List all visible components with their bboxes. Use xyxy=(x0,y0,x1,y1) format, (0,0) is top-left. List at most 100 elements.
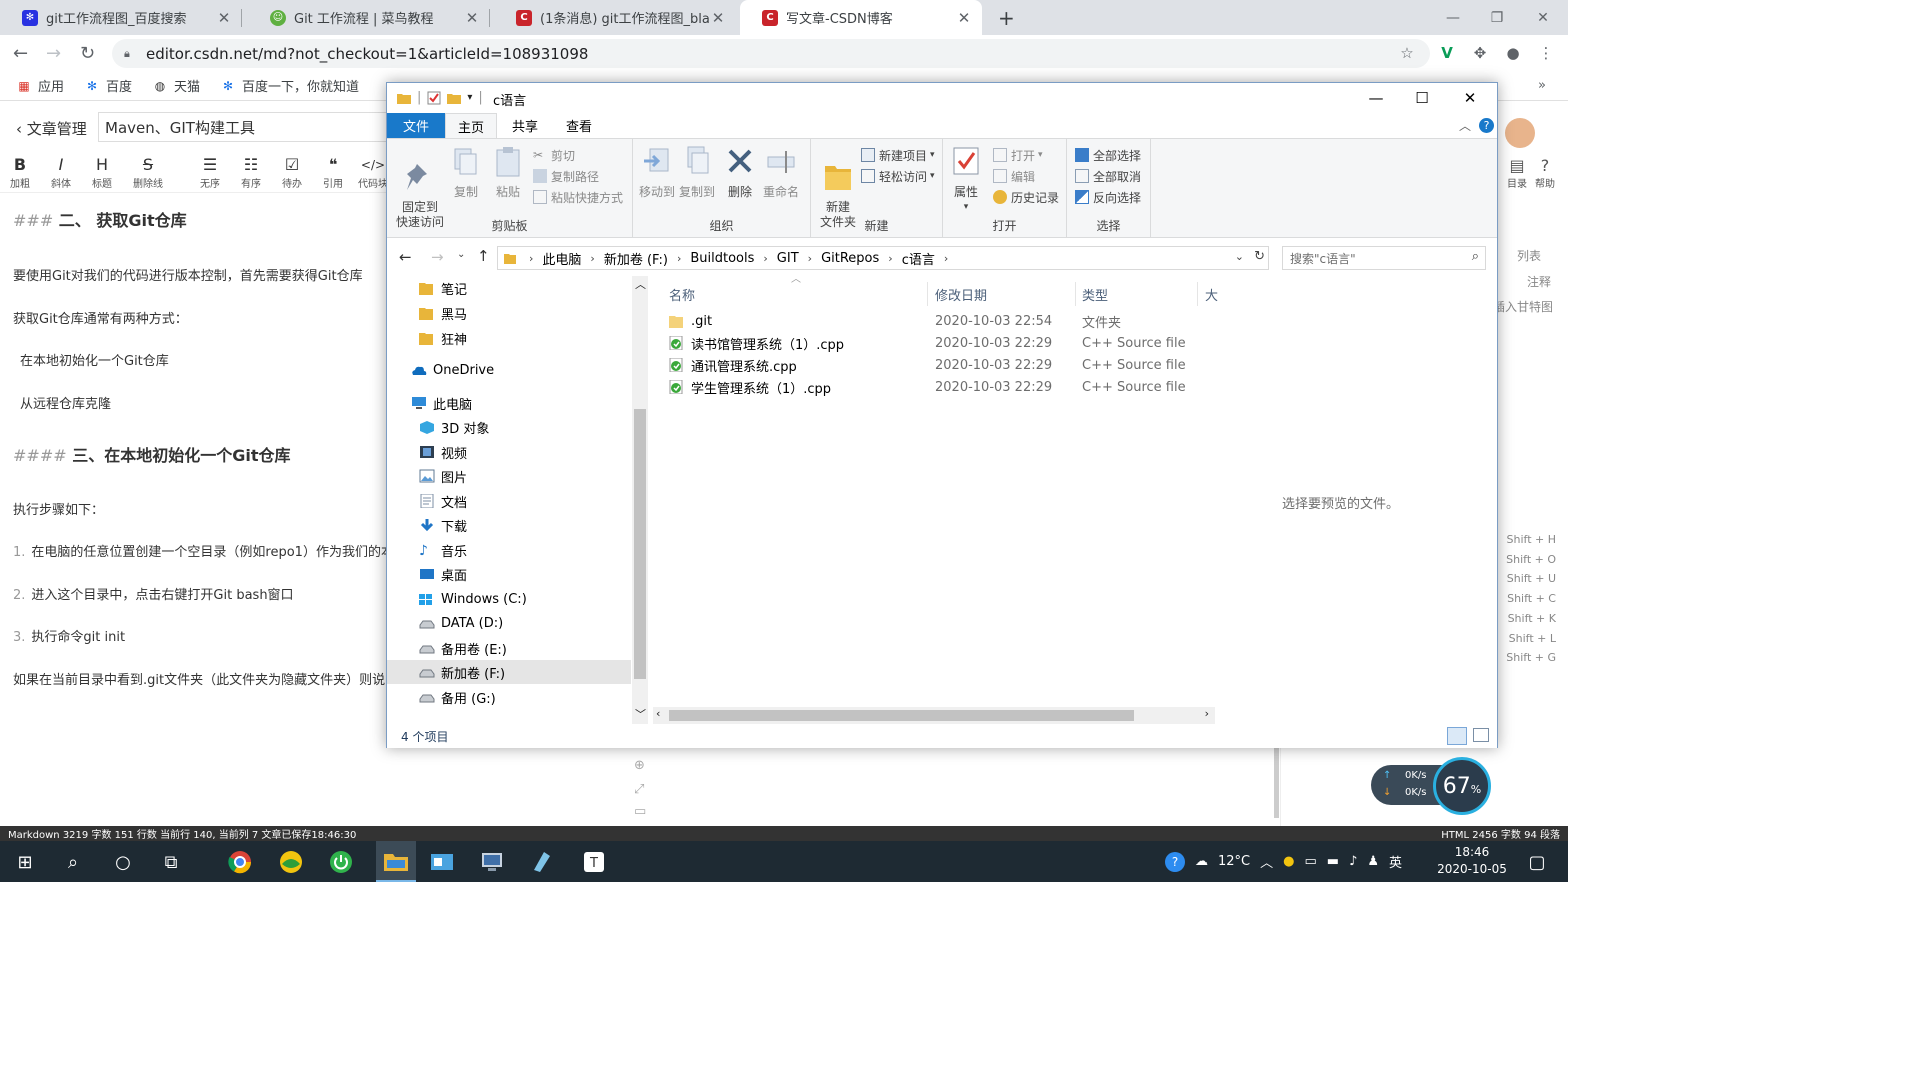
search-input[interactable]: 搜索"c语言" ⌕ xyxy=(1282,246,1486,270)
file-row[interactable]: 读书馆管理系统（1）.cpp 2020-10-03 22:29 C++ Sour… xyxy=(657,332,1197,354)
paste-button[interactable]: 粘贴 xyxy=(491,145,525,200)
profile-icon[interactable]: ● xyxy=(1503,43,1523,63)
tab-view[interactable]: 查看 xyxy=(553,113,605,138)
ordered-list-button[interactable]: ☷ 有序 xyxy=(233,155,269,190)
help-icon[interactable]: ? xyxy=(1479,118,1494,133)
app-window-icon[interactable] xyxy=(427,847,457,877)
customize-qa-icon[interactable]: ▾ xyxy=(467,92,472,103)
chevron-up-icon[interactable]: ︿ xyxy=(1260,852,1273,871)
maximize-icon[interactable]: ☐ xyxy=(1399,83,1445,113)
file-explorer-taskbar-icon[interactable] xyxy=(376,841,416,882)
close-tab-icon[interactable]: ✕ xyxy=(710,9,726,27)
nav-item-onedrive[interactable]: OneDrive xyxy=(387,358,631,382)
history-button[interactable]: 历史记录 xyxy=(993,187,1059,207)
reload-icon[interactable]: ↻ xyxy=(80,43,95,64)
battery-icon[interactable]: ▬ xyxy=(1327,854,1339,869)
large-icons-view-icon[interactable] xyxy=(1473,728,1489,742)
address-bar[interactable]: › 此电脑 › 新加卷 (F:) › Buildtools › GIT › GitRepo… xyxy=(497,246,1269,270)
crumb-git[interactable]: GIT xyxy=(777,251,799,266)
more-bookmarks-icon[interactable]: » xyxy=(1538,78,1546,93)
scroll-left-icon[interactable]: ‹ xyxy=(656,707,660,720)
help-button[interactable]: ? 帮助 xyxy=(1525,156,1565,190)
unordered-list-button[interactable]: ☰ 无序 xyxy=(192,155,228,190)
weather-cloud-icon[interactable]: ☁ xyxy=(1195,854,1208,869)
address-dropdown-icon[interactable]: ⌄ xyxy=(1235,250,1244,263)
file-list-hscrollbar[interactable]: ‹ › xyxy=(653,707,1215,724)
back-arrow-icon[interactable]: ← xyxy=(13,43,28,64)
nav-item-drive-e[interactable]: 备用卷 (E:) xyxy=(387,636,631,660)
browser-tab[interactable]: C (1条消息) git工作流程图_blackcl ✕ xyxy=(494,0,736,35)
column-header-size[interactable]: 大 xyxy=(1205,282,1218,306)
back-to-articles-link[interactable]: ‹ 文章管理 xyxy=(16,118,87,139)
new-item-button[interactable]: 新建项目 ▾ xyxy=(861,145,935,165)
easy-access-button[interactable]: 轻松访问 ▾ xyxy=(861,166,935,186)
code-block-button[interactable]: </> 代码块 xyxy=(356,155,390,190)
crumb-buildtools[interactable]: Buildtools xyxy=(690,251,754,266)
bookmark-star-icon[interactable]: ☆ xyxy=(1397,43,1417,63)
edit-button[interactable]: 编辑 xyxy=(993,166,1035,186)
bold-button[interactable]: B 加粗 xyxy=(2,155,38,190)
markdown-editor[interactable]: ### 二、 获取Git仓库 要使用Git对我们的代码进行版本控制，首先需要获得… xyxy=(0,193,390,823)
back-arrow-icon[interactable]: ← xyxy=(399,248,412,266)
quote-button[interactable]: ❝ 引用 xyxy=(315,155,351,190)
browser-tab[interactable]: ✻ git工作流程图_百度搜索 ✕ xyxy=(0,0,242,35)
forward-arrow-icon[interactable]: → xyxy=(46,43,61,64)
nav-item-kuangshen[interactable]: 狂神 xyxy=(387,326,631,350)
select-all-button[interactable]: 全部选择 xyxy=(1075,145,1141,165)
input-method[interactable]: 英 xyxy=(1389,852,1402,871)
nav-item-drive-c[interactable]: Windows (C:) xyxy=(387,587,631,611)
remote-desktop-icon[interactable] xyxy=(477,847,507,877)
power-app-icon[interactable] xyxy=(326,847,356,877)
column-header-date[interactable]: 修改日期 xyxy=(935,282,987,306)
expand-icon[interactable]: ⤢ xyxy=(634,782,644,797)
network-icon[interactable]: ▭ xyxy=(1304,854,1316,869)
crosshair-icon[interactable]: ⊕ xyxy=(634,758,645,773)
nav-item-pictures[interactable]: 图片 xyxy=(387,464,631,488)
article-title-input[interactable]: Maven、GIT构建工具 xyxy=(98,112,388,142)
side-tag[interactable]: 注释 xyxy=(1511,273,1551,290)
recent-locations-icon[interactable]: ⌄ xyxy=(457,249,465,260)
minimize-icon[interactable]: — xyxy=(1353,83,1399,113)
nav-item-downloads[interactable]: 下载 xyxy=(387,513,631,537)
refresh-icon[interactable]: ↻ xyxy=(1254,249,1265,264)
bookmark-apps[interactable]: ▦ 应用 xyxy=(16,76,64,96)
bookmark-baidu[interactable]: ✻ 百度 xyxy=(84,76,132,96)
maximize-icon[interactable]: ❐ xyxy=(1474,0,1520,35)
paste-shortcut-button[interactable]: 粘贴快捷方式 xyxy=(533,187,623,207)
browser-tab[interactable]: ☺ Git 工作流程 | 菜鸟教程 ✕ xyxy=(248,0,490,35)
nav-item-music[interactable]: ♪ 音乐 xyxy=(387,538,631,562)
delete-button[interactable]: 删除 xyxy=(723,145,757,200)
crumb-drive-f[interactable]: 新加卷 (F:) xyxy=(604,249,668,268)
cortana-circle-icon[interactable]: ○ xyxy=(108,847,138,877)
search-icon[interactable]: ⌕ xyxy=(58,847,88,877)
rename-button[interactable]: 重命名 xyxy=(761,145,801,200)
start-windows-icon[interactable]: ⊞ xyxy=(10,847,40,877)
file-row[interactable]: 学生管理系统（1）.cpp 2020-10-03 22:29 C++ Sourc… xyxy=(657,376,1197,398)
nav-item-drive-f[interactable]: 新加卷 (F:) xyxy=(387,660,631,684)
nav-item-desktop[interactable]: 桌面 xyxy=(387,562,631,586)
new-folder-icon[interactable] xyxy=(447,92,462,104)
close-tab-icon[interactable]: ✕ xyxy=(216,9,232,27)
scrollbar-thumb[interactable] xyxy=(634,409,646,679)
clock[interactable]: 18:46 2020-10-05 xyxy=(1432,844,1512,878)
column-header-type[interactable]: 类型 xyxy=(1082,282,1108,306)
invert-selection-button[interactable]: 反向选择 xyxy=(1075,187,1141,207)
chrome-icon[interactable] xyxy=(225,847,255,877)
scrollbar-thumb[interactable] xyxy=(669,710,1134,721)
heading-button[interactable]: H 标题 xyxy=(84,155,120,190)
nav-item-notes[interactable]: 笔记 xyxy=(387,276,631,300)
column-header-name[interactable]: 名称 xyxy=(669,282,695,306)
notepad-app-icon[interactable] xyxy=(527,847,557,877)
help-tray-icon[interactable]: ? xyxy=(1165,851,1185,872)
temperature[interactable]: 12°C xyxy=(1218,854,1250,869)
select-none-button[interactable]: 全部取消 xyxy=(1075,166,1141,186)
scroll-up-icon[interactable]: ︿ xyxy=(635,276,646,292)
app-sphere-icon[interactable] xyxy=(276,847,306,877)
todo-button[interactable]: ☑ 待办 xyxy=(274,155,310,190)
browser-tab-active[interactable]: C 写文章-CSDN博客 ✕ xyxy=(740,0,982,35)
notification-center-icon[interactable]: ▢ xyxy=(1522,847,1552,877)
tab-share[interactable]: 共享 xyxy=(499,113,551,138)
typora-icon[interactable]: T xyxy=(579,847,609,877)
crumb-this-pc[interactable]: 此电脑 xyxy=(542,249,581,268)
file-row[interactable]: 通讯管理系统.cpp 2020-10-03 22:29 C++ Source f… xyxy=(657,354,1197,376)
